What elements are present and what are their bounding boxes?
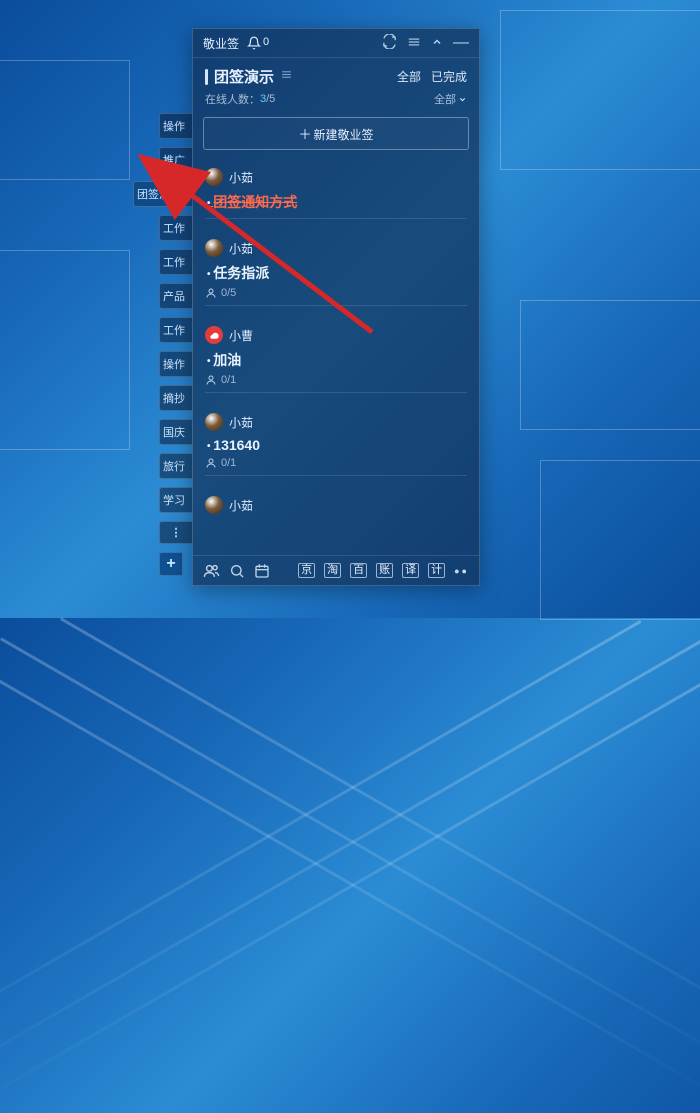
calendar-icon[interactable]: [254, 563, 270, 579]
new-note-label: 新建敬业签: [314, 128, 374, 142]
search-icon[interactable]: [229, 563, 245, 579]
sidebar-tab-4[interactable]: 工作: [159, 249, 193, 275]
progress-text: 0/1: [221, 457, 236, 469]
sub-row: 在线人数： 3 /5 全部: [193, 91, 479, 113]
more-dots-icon[interactable]: ●●: [454, 566, 469, 576]
sidebar-tab-10[interactable]: 旅行: [159, 453, 193, 479]
note-item[interactable]: 小茹 任务指派 0/5: [205, 227, 467, 314]
avatar: [205, 413, 223, 431]
note-username: 小茹: [229, 169, 253, 186]
minimize-icon[interactable]: —: [453, 38, 469, 48]
sidebar-tab-11[interactable]: 学习: [159, 487, 193, 513]
chevron-down-icon: [458, 95, 467, 104]
note-title: 团签通知方式: [207, 192, 467, 212]
progress-text: 0/1: [221, 374, 236, 386]
avatar: [205, 239, 223, 257]
sidebar-tab-2[interactable]: 团签演示: [133, 181, 193, 207]
sidebar-tab-more[interactable]: ⋮: [159, 521, 193, 544]
sidebar-tab-3[interactable]: 工作: [159, 215, 193, 241]
shortcut-baidu[interactable]: 百: [350, 563, 367, 578]
filter-done[interactable]: 已完成: [431, 68, 467, 85]
panel-menu-icon[interactable]: [280, 68, 293, 86]
app-title: 敬业签: [203, 35, 239, 52]
shortcut-jd[interactable]: 京: [298, 563, 315, 578]
person-icon: [205, 287, 217, 299]
sidebar-tab-8[interactable]: 摘抄: [159, 385, 193, 411]
scope-select[interactable]: 全部: [434, 91, 467, 107]
sidebar-tab-6[interactable]: 工作: [159, 317, 193, 343]
note-username: 小茹: [229, 414, 253, 431]
new-note-button[interactable]: ＋新建敬业签: [203, 117, 469, 150]
sync-icon[interactable]: [382, 34, 397, 52]
bottom-bar: 京 淘 百 账 译 计 ●●: [193, 555, 479, 585]
list-menu-icon[interactable]: [407, 35, 421, 52]
sidebar-tab-7[interactable]: 操作: [159, 351, 193, 377]
sidebar-tab-0[interactable]: 操作: [159, 113, 193, 139]
sidebar-tabs: 操作 推广 团签演示 工作 工作 产品 工作 操作 摘抄 国庆 旅行 学习 ⋮ …: [159, 113, 193, 584]
avatar: [205, 326, 223, 344]
note-username: 小曹: [229, 327, 253, 344]
avatar: [205, 168, 223, 186]
note-item[interactable]: 小茹 团签通知方式: [205, 156, 467, 227]
note-title: 131640: [207, 437, 467, 453]
note-item[interactable]: 小茹: [205, 484, 467, 520]
online-total: /5: [266, 93, 275, 105]
bell-count: 0: [263, 36, 269, 50]
shortcut-taobao[interactable]: 淘: [324, 563, 341, 578]
plus-icon: ＋: [298, 127, 311, 142]
bell-icon[interactable]: 0: [247, 36, 269, 50]
progress-text: 0/5: [221, 287, 236, 299]
sidebar-tab-5[interactable]: 产品: [159, 283, 193, 309]
online-label: 在线人数：: [205, 91, 260, 107]
shortcut-calc[interactable]: 计: [428, 563, 445, 578]
progress-row: 0/1: [205, 457, 467, 469]
progress-row: 0/1: [205, 374, 467, 386]
avatar: [205, 496, 223, 514]
title-bar-accent: [205, 69, 208, 85]
shortcut-account[interactable]: 账: [376, 563, 393, 578]
note-item[interactable]: 小茹 131640 0/1: [205, 401, 467, 484]
panel-head: 团签演示 全部 已完成: [193, 58, 479, 91]
progress-row: 0/5: [205, 287, 467, 299]
panel-title: 团签演示: [214, 66, 274, 87]
sidebar-tab-add[interactable]: +: [159, 552, 183, 576]
note-item[interactable]: 小曹 加油 0/1: [205, 314, 467, 401]
person-icon: [205, 457, 217, 469]
titlebar: 敬业签 0 —: [193, 29, 479, 58]
shortcut-translate[interactable]: 译: [402, 563, 419, 578]
filter-all[interactable]: 全部: [397, 68, 421, 85]
note-title: 加油: [207, 350, 467, 370]
note-username: 小茹: [229, 497, 253, 514]
contacts-icon[interactable]: [203, 562, 220, 579]
main-panel: 敬业签 0 — 团签演示 全部 已完成 在线人数： 3 /5 全部: [192, 28, 480, 586]
note-username: 小茹: [229, 240, 253, 257]
notes-list: 小茹 团签通知方式 小茹 任务指派 0/5 小曹 加: [193, 156, 479, 520]
sidebar-tab-9[interactable]: 国庆: [159, 419, 193, 445]
scope-label: 全部: [434, 91, 456, 107]
person-icon: [205, 374, 217, 386]
note-title: 任务指派: [207, 263, 467, 283]
sidebar-tab-1[interactable]: 推广: [159, 147, 193, 173]
collapse-up-icon[interactable]: [431, 36, 443, 51]
